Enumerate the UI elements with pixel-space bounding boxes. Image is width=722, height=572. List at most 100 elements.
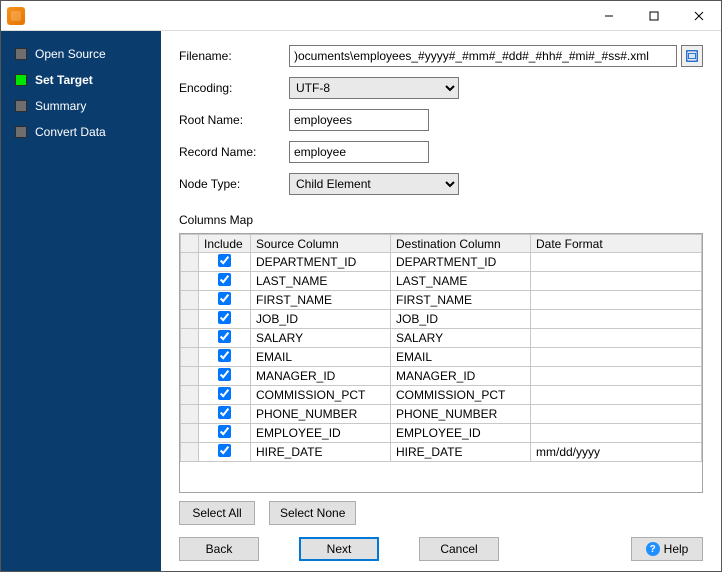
node-type-select[interactable]: Child Element: [289, 173, 459, 195]
nav-summary[interactable]: Summary: [1, 93, 161, 119]
table-row[interactable]: FIRST_NAMEFIRST_NAME: [181, 291, 702, 310]
source-cell[interactable]: FIRST_NAME: [251, 291, 391, 310]
include-cell[interactable]: [199, 253, 251, 272]
source-cell[interactable]: SALARY: [251, 329, 391, 348]
row-handle[interactable]: [181, 405, 199, 424]
date-format-header[interactable]: Date Format: [531, 235, 702, 253]
source-cell[interactable]: PHONE_NUMBER: [251, 405, 391, 424]
include-cell[interactable]: [199, 443, 251, 462]
date-format-cell[interactable]: [531, 310, 702, 329]
columns-map-table[interactable]: Include Source Column Destination Column…: [179, 233, 703, 493]
include-checkbox[interactable]: [218, 273, 231, 286]
row-handle[interactable]: [181, 348, 199, 367]
row-handle[interactable]: [181, 329, 199, 348]
date-format-cell[interactable]: [531, 272, 702, 291]
back-button[interactable]: Back: [179, 537, 259, 561]
table-row[interactable]: SALARYSALARY: [181, 329, 702, 348]
destination-cell[interactable]: LAST_NAME: [391, 272, 531, 291]
destination-cell[interactable]: EMAIL: [391, 348, 531, 367]
table-row[interactable]: EMPLOYEE_IDEMPLOYEE_ID: [181, 424, 702, 443]
filename-input[interactable]: [289, 45, 677, 67]
record-name-input[interactable]: [289, 141, 429, 163]
destination-cell[interactable]: SALARY: [391, 329, 531, 348]
include-header[interactable]: Include: [199, 235, 251, 253]
root-name-input[interactable]: [289, 109, 429, 131]
destination-cell[interactable]: MANAGER_ID: [391, 367, 531, 386]
next-button[interactable]: Next: [299, 537, 379, 561]
include-checkbox[interactable]: [218, 368, 231, 381]
cancel-button[interactable]: Cancel: [419, 537, 499, 561]
select-none-button[interactable]: Select None: [269, 501, 356, 525]
source-cell[interactable]: JOB_ID: [251, 310, 391, 329]
include-cell[interactable]: [199, 329, 251, 348]
minimize-button[interactable]: [586, 1, 631, 30]
include-checkbox[interactable]: [218, 330, 231, 343]
destination-cell[interactable]: DEPARTMENT_ID: [391, 253, 531, 272]
table-row[interactable]: JOB_IDJOB_ID: [181, 310, 702, 329]
source-cell[interactable]: DEPARTMENT_ID: [251, 253, 391, 272]
include-checkbox[interactable]: [218, 444, 231, 457]
table-row[interactable]: MANAGER_IDMANAGER_ID: [181, 367, 702, 386]
include-checkbox[interactable]: [218, 292, 231, 305]
date-format-cell[interactable]: [531, 329, 702, 348]
date-format-cell[interactable]: [531, 348, 702, 367]
nav-set-target[interactable]: Set Target: [1, 67, 161, 93]
include-cell[interactable]: [199, 386, 251, 405]
date-format-cell[interactable]: [531, 424, 702, 443]
table-row[interactable]: PHONE_NUMBERPHONE_NUMBER: [181, 405, 702, 424]
include-cell[interactable]: [199, 291, 251, 310]
date-format-cell[interactable]: [531, 253, 702, 272]
include-cell[interactable]: [199, 272, 251, 291]
table-row[interactable]: EMAILEMAIL: [181, 348, 702, 367]
destination-cell[interactable]: HIRE_DATE: [391, 443, 531, 462]
destination-column-header[interactable]: Destination Column: [391, 235, 531, 253]
table-row[interactable]: COMMISSION_PCTCOMMISSION_PCT: [181, 386, 702, 405]
include-checkbox[interactable]: [218, 349, 231, 362]
row-handle[interactable]: [181, 253, 199, 272]
row-handle[interactable]: [181, 272, 199, 291]
include-cell[interactable]: [199, 310, 251, 329]
source-cell[interactable]: COMMISSION_PCT: [251, 386, 391, 405]
date-format-cell[interactable]: [531, 291, 702, 310]
select-all-button[interactable]: Select All: [179, 501, 255, 525]
include-cell[interactable]: [199, 367, 251, 386]
nav-convert-data[interactable]: Convert Data: [1, 119, 161, 145]
nav-open-source[interactable]: Open Source: [1, 41, 161, 67]
date-format-cell[interactable]: [531, 386, 702, 405]
include-checkbox[interactable]: [218, 425, 231, 438]
include-checkbox[interactable]: [218, 387, 231, 400]
source-cell[interactable]: EMAIL: [251, 348, 391, 367]
include-cell[interactable]: [199, 424, 251, 443]
include-checkbox[interactable]: [218, 406, 231, 419]
source-cell[interactable]: MANAGER_ID: [251, 367, 391, 386]
date-format-cell[interactable]: [531, 367, 702, 386]
help-button[interactable]: ? Help: [631, 537, 703, 561]
destination-cell[interactable]: EMPLOYEE_ID: [391, 424, 531, 443]
table-row[interactable]: HIRE_DATEHIRE_DATEmm/dd/yyyy: [181, 443, 702, 462]
row-handle[interactable]: [181, 386, 199, 405]
maximize-button[interactable]: [631, 1, 676, 30]
destination-cell[interactable]: COMMISSION_PCT: [391, 386, 531, 405]
source-column-header[interactable]: Source Column: [251, 235, 391, 253]
include-checkbox[interactable]: [218, 311, 231, 324]
row-handle[interactable]: [181, 424, 199, 443]
close-button[interactable]: [676, 1, 721, 30]
destination-cell[interactable]: JOB_ID: [391, 310, 531, 329]
row-handle[interactable]: [181, 291, 199, 310]
browse-button[interactable]: [681, 45, 703, 67]
destination-cell[interactable]: PHONE_NUMBER: [391, 405, 531, 424]
source-cell[interactable]: EMPLOYEE_ID: [251, 424, 391, 443]
table-row[interactable]: LAST_NAMELAST_NAME: [181, 272, 702, 291]
source-cell[interactable]: LAST_NAME: [251, 272, 391, 291]
date-format-cell[interactable]: mm/dd/yyyy: [531, 443, 702, 462]
source-cell[interactable]: HIRE_DATE: [251, 443, 391, 462]
destination-cell[interactable]: FIRST_NAME: [391, 291, 531, 310]
date-format-cell[interactable]: [531, 405, 702, 424]
encoding-select[interactable]: UTF-8: [289, 77, 459, 99]
row-handle[interactable]: [181, 367, 199, 386]
include-cell[interactable]: [199, 348, 251, 367]
table-row[interactable]: DEPARTMENT_IDDEPARTMENT_ID: [181, 253, 702, 272]
row-handle[interactable]: [181, 310, 199, 329]
row-handle[interactable]: [181, 443, 199, 462]
include-cell[interactable]: [199, 405, 251, 424]
